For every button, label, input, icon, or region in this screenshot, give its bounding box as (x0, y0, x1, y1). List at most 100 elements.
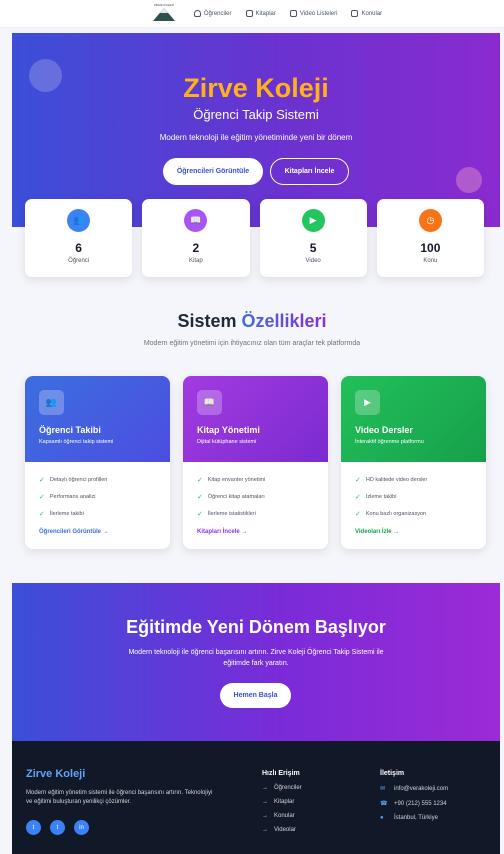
logo[interactable]: ZİRVE KOLEJİ (152, 3, 176, 25)
location-pin-icon: ● (380, 815, 384, 821)
arrow-right-icon: → (262, 799, 268, 805)
card-title: Kitap Yönetimi (197, 425, 260, 435)
list-item: ✓ İzleme takibi (355, 493, 472, 501)
footer-link[interactable]: → Videolar (262, 827, 302, 833)
hero-background (12, 33, 500, 227)
arrow-right-icon: → (262, 827, 268, 833)
get-started-button[interactable]: Hemen Başla (220, 683, 291, 708)
footer-link[interactable]: → Kitaplar (262, 799, 302, 805)
list-item: ✓ Konu bazlı organizasyon (355, 510, 472, 518)
stat-value: 6 (75, 241, 82, 255)
video-icon (289, 10, 297, 17)
note-icon (351, 10, 359, 17)
stat-label: Kitap (189, 258, 203, 264)
twitter-icon[interactable]: t (26, 820, 41, 835)
stat-value: 5 (309, 241, 317, 255)
stat-card-videos: ▶ 5 Video (259, 199, 367, 277)
check-icon: ✓ (39, 477, 45, 484)
contact-address-text: İstanbul, Türkiye (394, 815, 438, 821)
contact-email-text: info@verakoleji.com (394, 785, 449, 792)
view-students-link[interactable]: Öğrencileri Görüntüle → (25, 529, 170, 549)
nav-item-ogrenciler[interactable]: Öğrenciler (193, 10, 232, 17)
card-subtitle: İnteraktif öğrenme platformu (355, 439, 424, 445)
stat-label: Öğrenci (68, 258, 90, 264)
arrow-right-icon: → (393, 529, 400, 535)
check-icon: ✓ (39, 494, 45, 501)
card-header: 📖 Kitap Yönetimi Dijital kütüphane siste… (183, 376, 328, 462)
book-icon: 📖 (197, 390, 222, 415)
watch-videos-link[interactable]: Videoları İzle → (341, 529, 486, 549)
card-body: ✓ HD kalitede video dersler ✓ İzleme takib… (341, 462, 486, 529)
contact-email[interactable]: ✉ info@verakoleji.com (380, 785, 449, 793)
linkedin-icon[interactable]: in (74, 820, 89, 835)
nav-item-label: Video Listeleri (299, 10, 338, 17)
features-title: Sistem Özellikleri (0, 311, 504, 332)
list-item: ✓ İlerleme istatistikleri (197, 510, 314, 518)
link-label: Kitapları İncele (197, 529, 240, 535)
stat-value: 2 (192, 241, 200, 255)
view-students-button[interactable]: Öğrencileri Görüntüle (163, 158, 263, 185)
user-icon (193, 10, 201, 17)
list-item: ✓ Detaylı öğrenci profilleri (39, 476, 156, 484)
contact-address: ● İstanbul, Türkiye (380, 815, 448, 821)
arrow-right-icon: → (241, 529, 248, 535)
page: ZİRVE KOLEJİ Öğrenciler Kitaplar Video L… (0, 0, 504, 854)
contact-phone[interactable]: ☎ +90 (212) 555 1234 (380, 800, 448, 808)
nav-item-kitaplar[interactable]: Kitaplar (245, 10, 276, 17)
footer-link[interactable]: → Öğrenciler (262, 785, 302, 791)
list-item-label: İlerleme istatistikleri (207, 511, 256, 517)
arrow-right-icon: → (262, 785, 268, 791)
video-icon: ▶ (355, 390, 380, 415)
card-subtitle: Dijital kütüphane sistemi (197, 439, 257, 445)
nav-item-konular[interactable]: Konular (351, 10, 382, 17)
phone-icon: ☎ (380, 801, 388, 807)
card-header: ▶ Video Dersler İnteraktif öğrenme platf… (341, 376, 486, 462)
list-item-label: İzleme takibi (365, 494, 397, 500)
footer-description: Modern eğitim yönetim sistemi ile öğrenc… (26, 790, 213, 805)
stat-card-books: 📖 2 Kitap (142, 199, 250, 277)
list-item: ✓ Öğrenci kitap atamaları (197, 493, 314, 501)
footer: Zirve Koleji Modern eğitim yönetim siste… (12, 741, 500, 854)
nav-item-label: Konular (361, 10, 383, 17)
feature-cards: 👥 Öğrenci Takibi Kapsamlı öğrenci takip … (25, 376, 486, 549)
feature-card-students: 👥 Öğrenci Takibi Kapsamlı öğrenci takip … (25, 376, 170, 549)
features-description: Modern eğitim yönetimi için ihtiyacınız … (143, 340, 361, 347)
check-icon: ✓ (197, 511, 203, 518)
decorative-circle (456, 167, 482, 193)
browse-books-button[interactable]: Kitapları İncele (270, 158, 349, 185)
footer-link-label: Kitaplar (274, 799, 295, 805)
cta-description: Modern teknoloji ile öğrenci başarısını … (128, 649, 384, 668)
nav-item-video-listeleri[interactable]: Video Listeleri (289, 10, 338, 17)
check-icon: ✓ (197, 477, 203, 484)
contact-info: İletişim ✉ info@verakoleji.com ☎ +90 (212)… (380, 770, 448, 829)
list-item-label: Konu bazlı organizasyon (365, 511, 427, 517)
footer-link[interactable]: → Konular (262, 813, 302, 819)
browse-books-link[interactable]: Kitapları İncele → (183, 529, 328, 549)
stat-value: 100 (420, 241, 441, 255)
clock-icon: ◷ (418, 209, 442, 232)
logo-text: ZİRVE KOLEJİ (153, 2, 174, 7)
hero-title: Zirve Koleji (183, 73, 329, 103)
check-icon: ✓ (355, 511, 361, 518)
check-icon: ✓ (355, 477, 361, 484)
contact-title: İletişim (380, 770, 405, 777)
twitter-icon[interactable]: t (50, 820, 65, 835)
card-body: ✓ Detaylı öğrenci profilleri ✓ Performans … (25, 462, 170, 529)
list-item-label: İlerleme takibi (49, 511, 84, 517)
users-icon: 👥 (67, 209, 91, 232)
list-item: ✓ Performans analizi (39, 493, 156, 501)
book-icon: 📖 (184, 209, 208, 232)
features-title-plain: Sistem (177, 311, 237, 331)
mail-icon: ✉ (380, 786, 386, 792)
stat-card-students: 👥 6 Öğrenci (25, 199, 133, 277)
arrow-right-icon: → (262, 813, 268, 819)
feature-card-books: 📖 Kitap Yönetimi Dijital kütüphane siste… (183, 376, 328, 549)
card-title: Video Dersler (355, 425, 413, 435)
check-icon: ✓ (197, 494, 203, 501)
stat-label: Konu (423, 258, 438, 264)
check-icon: ✓ (355, 494, 361, 501)
logo-snow (159, 7, 168, 13)
footer-link-label: Konular (274, 813, 295, 819)
quick-links-title: Hızlı Erişim (262, 770, 300, 777)
nav-item-label: Öğrenciler (203, 10, 232, 17)
